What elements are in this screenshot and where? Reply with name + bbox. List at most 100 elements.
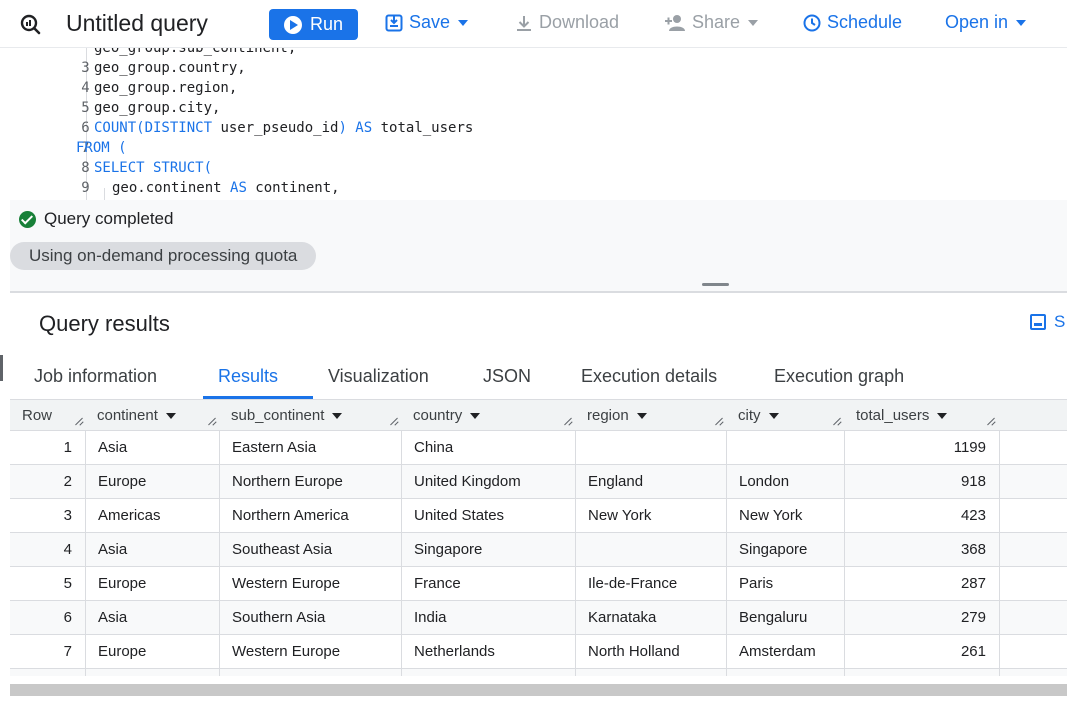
column-resize-handle[interactable] xyxy=(207,416,217,426)
query-status-panel: Query completed Using on-demand processi… xyxy=(10,200,1067,292)
total-users-cell[interactable]: 368 xyxy=(844,533,999,566)
country-cell[interactable]: Netherlands xyxy=(401,635,575,668)
column-resize-handle[interactable] xyxy=(714,416,724,426)
column-header-total-users[interactable]: total_users xyxy=(856,400,948,431)
column-header-continent[interactable]: continent xyxy=(97,400,176,431)
column-resize-handle[interactable] xyxy=(986,416,996,426)
sub-continent-cell[interactable]: Southern Asia xyxy=(219,601,401,634)
row-number-cell[interactable]: 6 xyxy=(10,601,85,634)
column-resize-handle[interactable] xyxy=(563,416,573,426)
row-number-cell[interactable]: 3 xyxy=(10,499,85,532)
country-cell[interactable]: United Kingdom xyxy=(401,465,575,498)
tab-job-information[interactable]: Job information xyxy=(34,366,157,387)
total-users-cell[interactable]: 423 xyxy=(844,499,999,532)
column-resize-handle[interactable] xyxy=(74,416,84,426)
row-number-cell[interactable]: 4 xyxy=(10,533,85,566)
region-cell[interactable]: New York xyxy=(575,499,726,532)
region-cell[interactable]: Ile-de-France xyxy=(575,567,726,600)
table-row[interactable]: 4 Asia Southeast Asia Singapore Singapore 368 xyxy=(10,533,1067,567)
total-users-cell[interactable]: 287 xyxy=(844,567,999,600)
city-cell[interactable]: London xyxy=(726,465,844,498)
region-cell[interactable]: England xyxy=(575,465,726,498)
run-button[interactable]: Run xyxy=(269,9,358,40)
query-title[interactable]: Untitled query xyxy=(66,10,208,37)
open-in-menu-button[interactable]: Open in xyxy=(945,12,1027,33)
total-users-cell[interactable]: 279 xyxy=(844,601,999,634)
continent-cell[interactable]: Asia xyxy=(85,431,219,464)
country-cell[interactable]: China xyxy=(401,431,575,464)
country-cell[interactable]: United States xyxy=(401,499,575,532)
share-menu-button[interactable]: Share xyxy=(664,12,759,33)
table-row[interactable]: 5 Europe Western Europe France Ile-de-France… xyxy=(10,567,1067,601)
continent-cell[interactable]: Europe xyxy=(85,465,219,498)
query-toolbar: Untitled query Run Save Download Share S… xyxy=(0,0,1067,48)
country-cell[interactable]: Singapore xyxy=(401,533,575,566)
column-resize-handle[interactable] xyxy=(832,416,842,426)
tab-visualization[interactable]: Visualization xyxy=(328,366,429,387)
table-row[interactable]: 1 Asia Eastern Asia China 1199 xyxy=(10,431,1067,465)
tab-json[interactable]: JSON xyxy=(483,366,531,387)
empty-cell xyxy=(999,669,1067,676)
table-row[interactable]: 2 Europe Northern Europe United Kingdom Engl… xyxy=(10,465,1067,499)
city-cell[interactable]: New York xyxy=(726,499,844,532)
table-row[interactable]: 3 Americas Northern America United States Ne… xyxy=(10,499,1067,533)
sub-continent-cell[interactable]: Western Europe xyxy=(219,635,401,668)
continent-cell[interactable]: Asia xyxy=(85,601,219,634)
city-cell[interactable] xyxy=(726,431,844,464)
region-cell[interactable] xyxy=(575,431,726,464)
save-menu-button[interactable]: Save xyxy=(385,12,469,33)
region-cell[interactable]: North Holland xyxy=(575,635,726,668)
continent-cell[interactable]: Europe xyxy=(85,635,219,668)
download-icon xyxy=(517,15,531,31)
schedule-button[interactable]: Schedule xyxy=(803,12,902,33)
table-row[interactable]: 6 Asia Southern Asia India Karnataka Bengalur… xyxy=(10,601,1067,635)
region-cell[interactable] xyxy=(575,533,726,566)
drag-handle[interactable] xyxy=(702,283,729,286)
sql-identifier: geo.continent xyxy=(112,180,231,196)
continent-cell[interactable]: Europe xyxy=(85,567,219,600)
sub-continent-cell[interactable]: Southeast Asia xyxy=(219,533,401,566)
save-results-button[interactable]: S xyxy=(1030,312,1065,332)
tab-execution-graph[interactable]: Execution graph xyxy=(774,366,904,387)
region-cell[interactable]: Karnataka xyxy=(575,601,726,634)
empty-cell xyxy=(999,431,1067,464)
column-header-region[interactable]: region xyxy=(587,400,647,431)
column-resize-handle[interactable] xyxy=(389,416,399,426)
column-header-country[interactable]: country xyxy=(413,400,481,431)
code-line: 8 FROM ( xyxy=(10,138,127,176)
row-number-cell[interactable]: 5 xyxy=(10,567,85,600)
sub-continent-cell[interactable]: Northern America xyxy=(219,499,401,532)
sub-continent-cell[interactable]: Northern Europe xyxy=(219,465,401,498)
total-users-cell[interactable]: 261 xyxy=(844,635,999,668)
city-cell[interactable]: Paris xyxy=(726,567,844,600)
city-cell[interactable]: Bengaluru xyxy=(726,601,844,634)
country-cell[interactable]: India xyxy=(401,601,575,634)
table-row[interactable] xyxy=(10,669,1067,676)
row-number-cell[interactable]: 2 xyxy=(10,465,85,498)
continent-cell[interactable]: Asia xyxy=(85,533,219,566)
column-header-sub-continent[interactable]: sub_continent xyxy=(231,400,343,431)
download-button[interactable]: Download xyxy=(515,12,619,33)
city-cell[interactable]: Singapore xyxy=(726,533,844,566)
sub-continent-cell[interactable]: Eastern Asia xyxy=(219,431,401,464)
row-number-cell[interactable]: 7 xyxy=(10,635,85,668)
city-cell[interactable]: Amsterdam xyxy=(726,635,844,668)
sql-editor[interactable]: 3 geo_group.sub_continent, 4 geo_group.c… xyxy=(10,48,1067,200)
table-row[interactable]: 7 Europe Western Europe Netherlands North Ho… xyxy=(10,635,1067,669)
chevron-down-icon xyxy=(748,19,759,26)
tab-execution-details[interactable]: Execution details xyxy=(581,366,717,387)
total-users-cell[interactable]: 1199 xyxy=(844,431,999,464)
empty-cell xyxy=(999,567,1067,600)
continent-cell[interactable]: Americas xyxy=(85,499,219,532)
status-text: Query completed xyxy=(44,209,174,228)
sub-continent-cell[interactable]: Western Europe xyxy=(219,567,401,600)
column-header-city[interactable]: city xyxy=(738,400,779,431)
code-text: geo.continent AS continent, xyxy=(112,178,340,198)
column-header-row[interactable]: Row xyxy=(22,400,52,431)
total-users-cell[interactable]: 918 xyxy=(844,465,999,498)
horizontal-scrollbar[interactable] xyxy=(10,684,1067,696)
quota-chip[interactable]: Using on-demand processing quota xyxy=(10,242,317,270)
tab-results[interactable]: Results xyxy=(218,366,278,387)
country-cell[interactable]: France xyxy=(401,567,575,600)
row-number-cell[interactable]: 1 xyxy=(10,431,85,464)
